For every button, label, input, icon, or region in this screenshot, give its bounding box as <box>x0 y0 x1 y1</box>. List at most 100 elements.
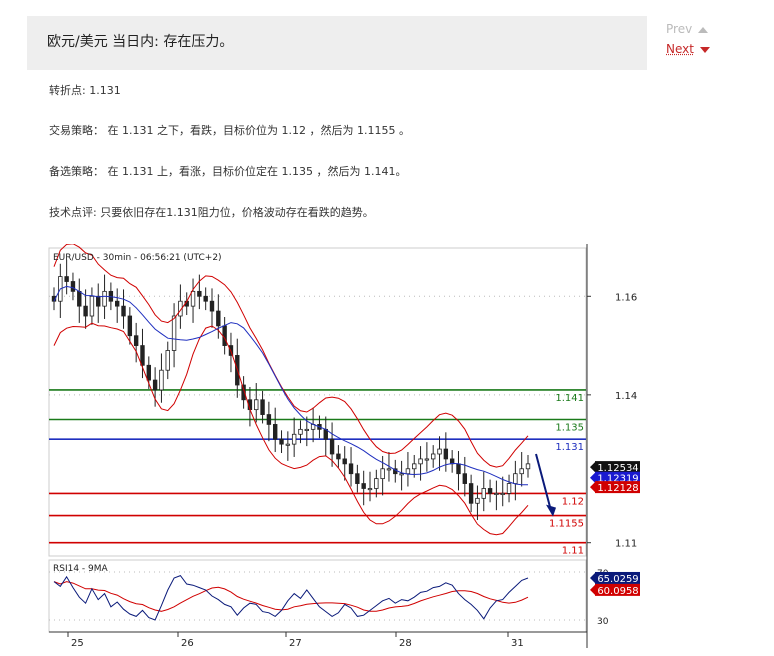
candle-body <box>96 295 101 307</box>
candle-body <box>152 379 158 391</box>
candle-body <box>102 290 107 307</box>
candle-body <box>146 364 151 381</box>
pivot-value: 1.131 <box>89 84 121 97</box>
candle-body <box>342 458 347 465</box>
candle-body <box>380 468 385 480</box>
candle-body <box>304 428 309 431</box>
candle-body <box>374 478 379 489</box>
candle-body <box>519 468 524 475</box>
price-tag-pointer <box>590 482 595 493</box>
candle-body <box>70 281 76 292</box>
candle-body <box>266 414 272 425</box>
candle-body <box>412 463 417 470</box>
candle-body <box>430 453 436 460</box>
pivot-line: 转折点: 1.131 <box>49 82 121 98</box>
prev-label: Prev <box>666 22 693 36</box>
prev-link[interactable]: Prev <box>666 22 710 36</box>
candle-body <box>291 433 297 445</box>
alternative-text: 在 1.131 上，看涨，目标价位定在 1.135 ，然后为 1.141。 <box>107 165 407 178</box>
candle-body <box>77 290 82 307</box>
comment-label: 技术点评: <box>49 206 97 219</box>
candle-body <box>456 463 461 475</box>
candle-body <box>216 310 221 327</box>
pivot-label: 转折点: <box>49 84 86 97</box>
candle-body <box>494 493 499 496</box>
candle-body <box>367 488 373 491</box>
candle-body <box>285 443 291 446</box>
page-title: 欧元/美元 当日内: 存在压力。 <box>47 34 234 50</box>
candle-body <box>437 448 442 455</box>
strategy-text: 在 1.131 之下，看跌，目标价位为 1.12 ，然后为 1.1155 。 <box>107 124 410 137</box>
candle-body <box>171 315 177 351</box>
price-tick-label: 1.16 <box>615 292 637 303</box>
candle-body <box>329 438 335 455</box>
price-tick-label: 1.14 <box>615 391 637 402</box>
next-label: Next <box>666 42 694 56</box>
candle-body <box>260 399 265 415</box>
rsi-tag-label: 65.0259 <box>597 574 638 585</box>
candle-body <box>361 483 366 489</box>
time-tick-label: 28 <box>399 638 412 648</box>
candle-body <box>475 497 480 504</box>
strategy-line: 交易策略： 在 1.131 之下，看跌，目标价位为 1.12 ，然后为 1.11… <box>49 122 410 138</box>
chart-svg: 1.16 1.14 1.11 1.141 1.135 1.131 1.12 1.1155 1.1… <box>48 243 641 649</box>
level-label: 1.1155 <box>549 519 584 530</box>
level-label: 1.11 <box>562 546 584 557</box>
candle-body <box>140 345 145 366</box>
price-tick-label: 1.11 <box>615 539 637 550</box>
level-label: 1.135 <box>555 422 584 433</box>
time-tick-label: 25 <box>71 638 84 648</box>
candle-body <box>121 305 126 317</box>
candle-body <box>222 325 227 346</box>
candle-body <box>487 488 493 494</box>
time-tick-label: 31 <box>511 638 524 648</box>
price-panel <box>48 247 587 557</box>
candle-body <box>513 473 518 484</box>
candle-body <box>133 335 139 346</box>
time-tick-label: 26 <box>181 638 194 648</box>
prev-arrow-icon <box>698 26 709 33</box>
candle-body <box>418 458 423 465</box>
candle-body <box>209 300 215 312</box>
candle-body <box>424 458 430 461</box>
rsi-tag-pointer <box>590 572 595 583</box>
candle-body <box>348 463 354 475</box>
price-tag-pointer <box>590 472 595 483</box>
candle-body <box>272 424 278 440</box>
level-label: 1.141 <box>555 393 584 404</box>
candle-body <box>399 473 404 476</box>
strategy-label: 交易策略： <box>49 124 104 137</box>
candle-body <box>203 295 208 302</box>
rsi-tag-label: 60.0958 <box>597 586 638 597</box>
alternative-label: 备选策略： <box>49 165 104 178</box>
candle-body <box>336 453 341 460</box>
candle-body <box>64 276 69 282</box>
candle-body <box>468 483 474 504</box>
candle-body <box>197 290 202 297</box>
candle-body <box>462 473 467 484</box>
next-link[interactable]: Next <box>666 42 710 56</box>
rsi-tag-pointer <box>590 584 595 595</box>
comment-text: 只要依旧存在1.131阻力位，价格波动存在看跌的趋势。 <box>100 206 374 219</box>
candle-body <box>165 350 170 371</box>
rsi-label: RSI14 - 9MA <box>53 564 109 574</box>
candle-body <box>159 369 164 391</box>
comment-line: 技术点评: 只要依旧存在1.131阻力位，价格波动存在看跌的趋势。 <box>49 204 374 220</box>
candle-body <box>355 473 360 484</box>
candle-body <box>89 295 95 317</box>
chart-title: EUR/USD - 30min - 06:56:21 (UTC+2) <box>53 253 222 263</box>
candle-body <box>525 463 531 470</box>
candle-body <box>386 468 392 471</box>
alternative-line: 备选策略： 在 1.131 上，看涨，目标价位定在 1.135 ，然后为 1.1… <box>49 163 406 179</box>
candle-body <box>481 488 486 499</box>
candle-body <box>83 305 88 317</box>
candle-body <box>405 468 411 475</box>
next-arrow-icon <box>699 46 710 53</box>
rsi-tick-label: 30 <box>597 617 609 627</box>
pager: Prev Next <box>666 22 710 56</box>
candle-body <box>190 290 196 307</box>
candle-body <box>298 428 303 435</box>
candle-body <box>506 483 512 494</box>
level-label: 1.131 <box>555 442 584 453</box>
time-tick-label: 27 <box>289 638 302 648</box>
